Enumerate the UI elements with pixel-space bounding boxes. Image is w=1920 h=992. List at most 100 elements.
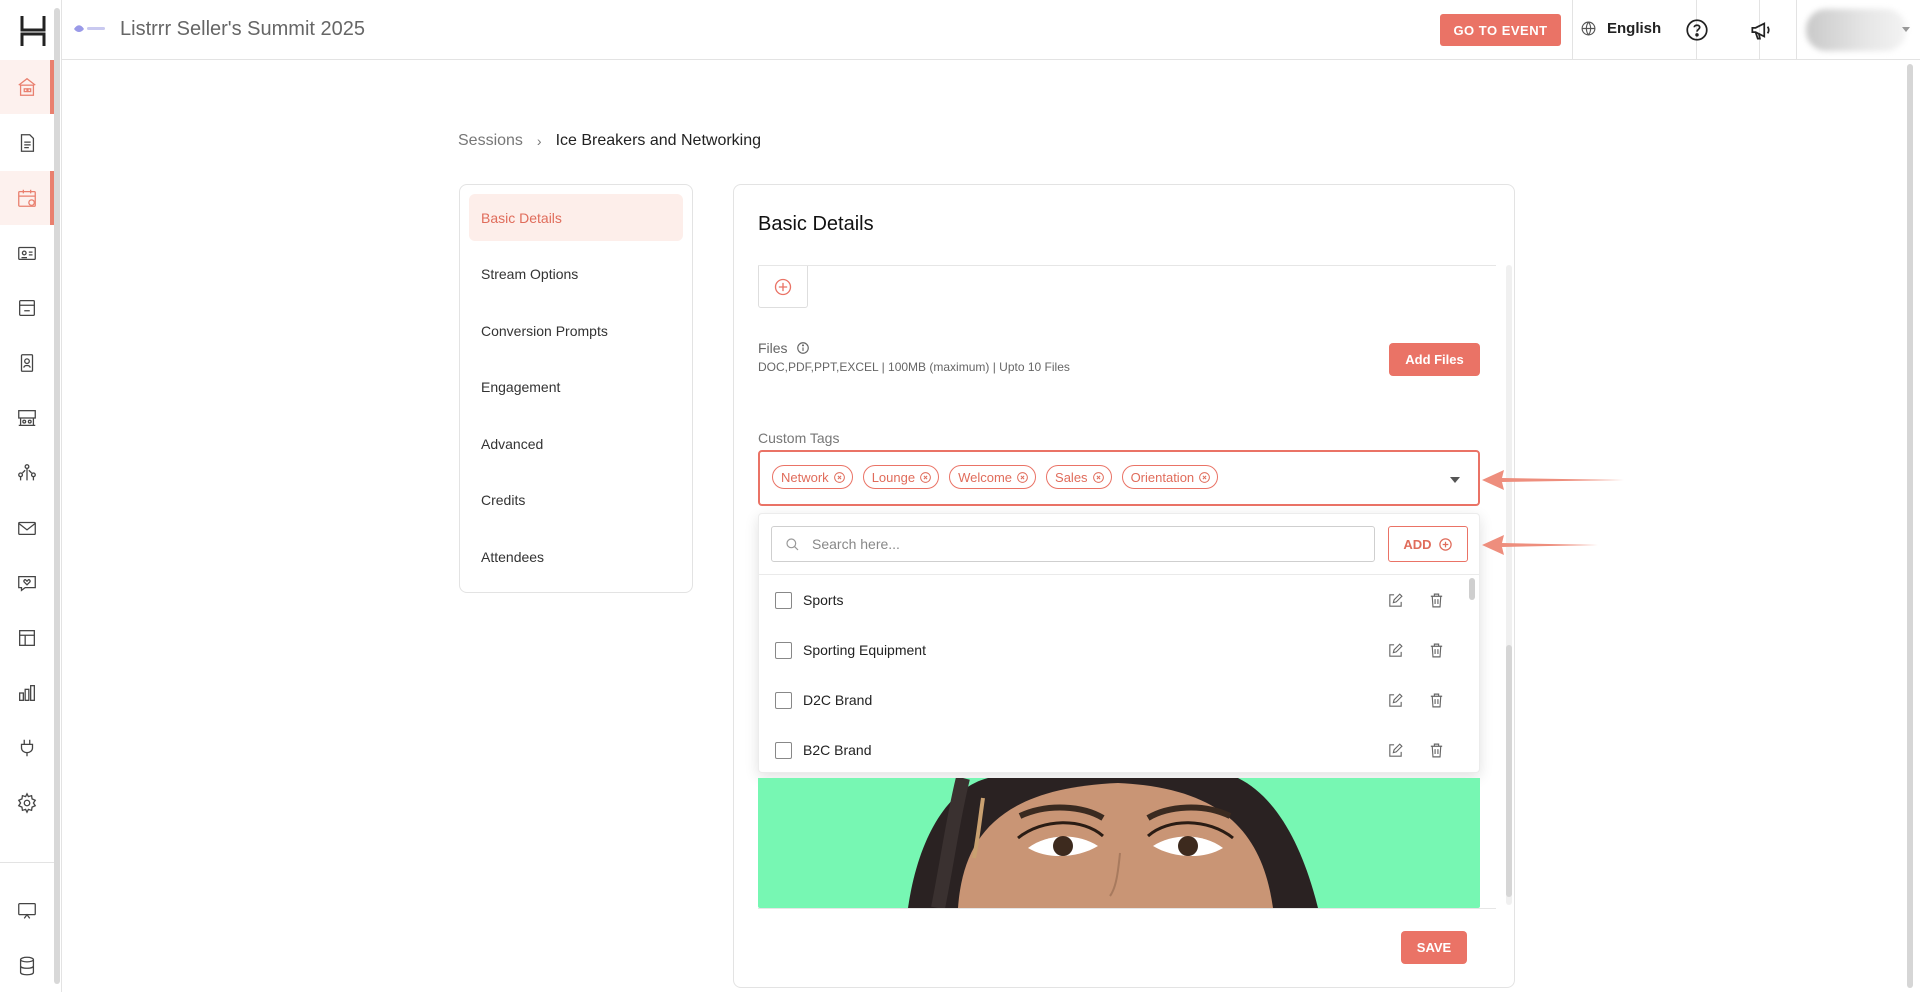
tag-chip: Orientation (1121, 465, 1219, 489)
files-hint: DOC,PDF,PPT,EXCEL | 100MB (maximum) | Up… (758, 360, 1070, 374)
tag-option-checkbox[interactable] (775, 591, 792, 609)
rail-gear-icon[interactable] (0, 776, 54, 830)
help-icon[interactable] (1684, 17, 1710, 43)
menu-item-stream-options[interactable]: Stream Options (469, 250, 683, 297)
add-files-button[interactable]: Add Files (1389, 343, 1480, 376)
caret-down-icon[interactable] (1450, 477, 1460, 483)
remove-tag-icon[interactable] (833, 471, 846, 484)
rail-bar-chart-icon[interactable] (0, 666, 54, 720)
tag-option-label: Sports (803, 592, 844, 608)
trash-icon[interactable] (1428, 742, 1445, 759)
rail-chat-heart-icon[interactable] (0, 556, 54, 610)
top-bar: Listrrr Seller's Summit 2025 GO TO EVENT… (62, 0, 1920, 60)
tag-option-row[interactable]: Sporting Equipment (759, 625, 1459, 675)
rail-id-card-icon[interactable] (0, 226, 54, 280)
rail-badge-icon[interactable] (0, 336, 54, 390)
rail-calendar-icon[interactable] (0, 171, 54, 225)
tag-options-list: Sports Sporting Equipment D2C Brand B2C … (759, 575, 1479, 773)
divider (758, 908, 1496, 909)
tag-option-row[interactable]: B2C Brand (759, 725, 1459, 773)
tag-search-input[interactable] (812, 536, 1352, 552)
trash-icon[interactable] (1428, 642, 1445, 659)
tag-search-box[interactable] (771, 526, 1375, 562)
user-avatar[interactable] (1806, 9, 1906, 51)
language-selector[interactable]: English (1580, 20, 1661, 37)
add-item-button[interactable] (758, 266, 808, 308)
panel-scrollbar[interactable] (1506, 645, 1512, 897)
megaphone-icon[interactable] (1748, 17, 1774, 43)
menu-item-advanced[interactable]: Advanced (469, 420, 683, 467)
session-settings-menu: Basic Details Stream Options Conversion … (459, 184, 693, 593)
rail-database-icon[interactable] (0, 939, 54, 992)
files-label: Files (758, 340, 810, 356)
menu-item-credits[interactable]: Credits (469, 476, 683, 523)
files-label-text: Files (758, 340, 788, 356)
selected-tags: Network Lounge Welcome Sales Orientation (772, 465, 1219, 489)
tag-option-row[interactable]: D2C Brand (759, 675, 1459, 725)
panel-title: Basic Details (758, 213, 874, 235)
tag-chip: Network (772, 465, 853, 489)
search-icon (786, 538, 799, 551)
speaker-photo (908, 778, 1318, 908)
breadcrumb-sessions-link[interactable]: Sessions (458, 132, 523, 150)
tag-option-row[interactable]: Sports (759, 575, 1459, 625)
menu-item-attendees[interactable]: Attendees (469, 533, 683, 580)
page-scrollbar[interactable] (1907, 64, 1913, 988)
trash-icon[interactable] (1428, 692, 1445, 709)
rail-presentation-icon[interactable] (0, 884, 54, 938)
add-tag-button[interactable]: ADD (1388, 526, 1468, 562)
tag-chip: Welcome (949, 465, 1037, 489)
rail-booth-icon[interactable] (0, 391, 54, 445)
trash-icon[interactable] (1428, 592, 1445, 609)
rail-document-icon[interactable] (0, 116, 54, 170)
menu-item-engagement[interactable]: Engagement (469, 363, 683, 410)
info-icon[interactable] (796, 341, 810, 355)
rail-layout-icon[interactable] (0, 281, 54, 335)
add-tag-label: ADD (1403, 536, 1432, 552)
menu-item-conversion-prompts[interactable]: Conversion Prompts (469, 307, 683, 354)
plus-circle-icon (774, 278, 792, 295)
edit-icon[interactable] (1387, 642, 1404, 659)
tag-option-checkbox[interactable] (775, 691, 792, 709)
edit-icon[interactable] (1387, 692, 1404, 709)
chevron-right-icon: › (536, 133, 542, 149)
rail-table-layout-icon[interactable] (0, 611, 54, 665)
edit-icon[interactable] (1387, 742, 1404, 759)
remove-tag-icon[interactable] (1016, 471, 1029, 484)
rail-home-icon[interactable] (0, 60, 54, 114)
remove-tag-icon[interactable] (919, 471, 932, 484)
rail-mail-icon[interactable] (0, 501, 54, 555)
event-logo-icon (74, 25, 105, 32)
rail-scrollbar[interactable] (54, 8, 60, 984)
annotation-arrow-icon (1482, 535, 1598, 555)
menu-item-basic-details[interactable]: Basic Details (469, 194, 683, 241)
tag-chip: Lounge (862, 465, 940, 489)
tag-chip-label: Network (781, 469, 829, 485)
edit-icon[interactable] (1387, 592, 1404, 609)
dropdown-scrollbar[interactable] (1469, 578, 1475, 600)
remove-tag-icon[interactable] (1092, 471, 1105, 484)
save-button[interactable]: SAVE (1401, 931, 1467, 964)
tag-option-checkbox[interactable] (775, 641, 792, 659)
breadcrumb: Sessions › Ice Breakers and Networking (458, 132, 761, 150)
app-logo-icon (20, 16, 46, 46)
tag-option-label: Sporting Equipment (803, 642, 926, 658)
go-to-event-button[interactable]: GO TO EVENT (1440, 14, 1561, 46)
basic-details-panel: Basic Details Files DOC,PDF,PPT,EXCEL | … (733, 184, 1515, 988)
tag-chip: Sales (1046, 465, 1112, 489)
session-banner-image (758, 778, 1480, 908)
topbar-divider (1572, 0, 1573, 60)
remove-tag-icon[interactable] (1198, 471, 1211, 484)
rail-plug-icon[interactable] (0, 721, 54, 775)
chevron-down-icon[interactable] (1902, 27, 1910, 32)
custom-tags-label: Custom Tags (758, 430, 840, 446)
tag-option-checkbox[interactable] (775, 741, 792, 759)
custom-tags-select[interactable]: Network Lounge Welcome Sales Orientation (758, 450, 1480, 506)
tag-chip-label: Orientation (1130, 469, 1195, 485)
tag-chip-label: Welcome (958, 469, 1013, 485)
plus-circle-icon (1438, 537, 1452, 551)
globe-icon (1581, 21, 1596, 36)
breadcrumb-current: Ice Breakers and Networking (555, 132, 762, 149)
rail-network-icon[interactable] (0, 446, 54, 500)
language-label: English (1607, 20, 1662, 37)
